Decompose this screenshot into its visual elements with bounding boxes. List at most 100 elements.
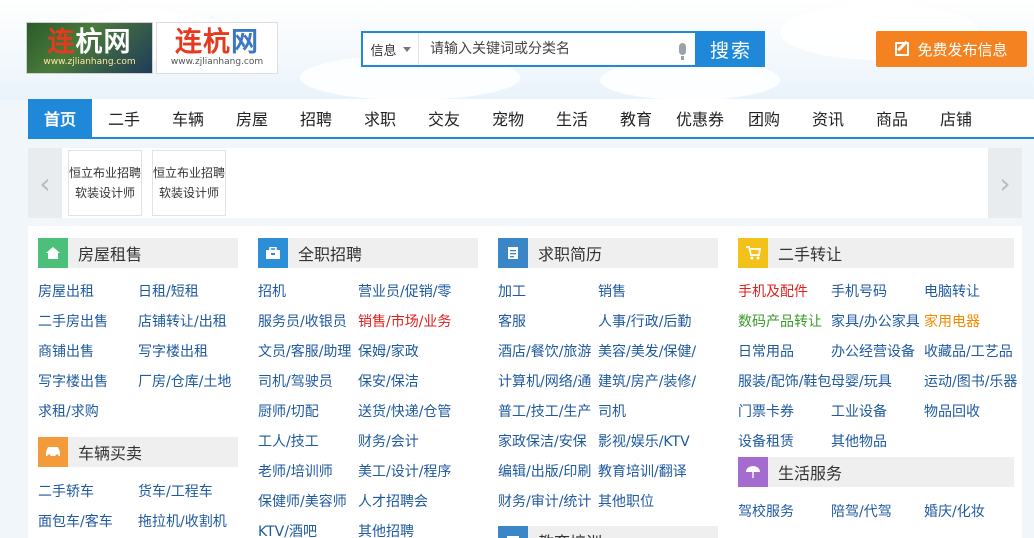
category-link[interactable]: 手机及配件	[738, 282, 808, 302]
search-button[interactable]: 搜索	[697, 31, 765, 67]
category-link[interactable]: 营业员/促销/零	[358, 282, 451, 302]
nav-item-pets[interactable]: 宠物	[476, 99, 540, 137]
category-link[interactable]: 物品回收	[924, 402, 980, 422]
category-link[interactable]: 厨师/切配	[258, 402, 319, 422]
category-link[interactable]: 财务/会计	[358, 432, 419, 452]
category-link[interactable]: 收藏品/工艺品	[924, 342, 1013, 362]
nav-item-recruit[interactable]: 招聘	[284, 99, 348, 137]
category-link[interactable]: 其他物品	[831, 432, 887, 452]
nav-item-coupons[interactable]: 优惠券	[668, 99, 732, 137]
category-link[interactable]: 设备租赁	[738, 432, 794, 452]
category-link[interactable]: 招机	[258, 282, 286, 302]
category-link[interactable]: 司机/驾驶员	[258, 372, 333, 392]
category-link[interactable]: 店铺转让/出租	[138, 312, 227, 332]
category-link[interactable]: 写字楼出租	[138, 342, 208, 362]
category-link[interactable]: 销售	[598, 282, 626, 302]
category-link[interactable]: 商铺出售	[38, 342, 94, 362]
nav-item-home[interactable]: 首页	[28, 99, 92, 137]
ad-card[interactable]: 恒立布业招聘 软装设计师	[68, 150, 142, 216]
category-link[interactable]: 门票卡券	[738, 402, 794, 422]
category-link[interactable]: 司机	[598, 402, 626, 422]
nav-item-news[interactable]: 资讯	[796, 99, 860, 137]
category-link[interactable]: 厂房/仓库/土地	[138, 372, 231, 392]
category-link[interactable]: 建筑/房产/装修/	[598, 372, 696, 392]
category-link[interactable]: 房屋出租	[38, 282, 94, 302]
category-link[interactable]: 拖拉机/收割机	[138, 512, 227, 532]
category-link[interactable]: 电脑转让	[924, 282, 980, 302]
category-link[interactable]: 二手轿车	[38, 482, 94, 502]
category-link[interactable]: 家政保洁/安保	[498, 432, 587, 452]
section-title: 全职招聘	[298, 245, 363, 264]
category-link[interactable]: 手机号码	[831, 282, 887, 302]
chevron-right-icon[interactable]: ›	[988, 148, 1022, 218]
nav-item-life[interactable]: 生活	[540, 99, 604, 137]
category-link[interactable]: 编辑/出版/印刷	[498, 462, 591, 482]
category-link[interactable]: 面包车/客车	[38, 512, 113, 532]
nav-item-dating[interactable]: 交友	[412, 99, 476, 137]
category-link[interactable]: 母婴/玩具	[831, 372, 892, 392]
category-link[interactable]: 老师/培训师	[258, 462, 333, 482]
category-link[interactable]: 美容/美发/保健/	[598, 342, 696, 362]
search-box: 信息	[361, 31, 697, 67]
category-link[interactable]: 驾校服务	[738, 502, 794, 522]
category-link[interactable]: 加工	[498, 282, 526, 302]
category-link[interactable]: KTV/酒吧	[258, 522, 317, 538]
nav-item-secondhand[interactable]: 二手	[92, 99, 156, 137]
chevron-left-icon[interactable]: ‹	[28, 148, 62, 218]
publish-button[interactable]: 免费发布信息	[876, 31, 1027, 67]
search-category-select[interactable]: 信息	[363, 33, 419, 65]
category-link[interactable]: 办公经营设备	[831, 342, 915, 362]
category-link[interactable]: 文员/客服/助理	[258, 342, 351, 362]
category-link[interactable]: 客服	[498, 312, 526, 332]
category-link[interactable]: 保姆/家政	[358, 342, 419, 362]
site-logo-secondary[interactable]: 连杭网 www.zjlianhang.com	[156, 22, 278, 74]
category-link[interactable]: 家具/办公家具	[831, 312, 920, 332]
nav-item-products[interactable]: 商品	[860, 99, 924, 137]
site-logo[interactable]: 连杭网 www.zjlianhang.com	[26, 22, 153, 74]
category-link[interactable]: 婚庆/化妆	[924, 502, 985, 522]
category-link[interactable]: 写字楼出售	[38, 372, 108, 392]
category-link[interactable]: 教育培训/翻译	[598, 462, 687, 482]
logo-text: 连杭网	[47, 26, 132, 58]
category-link[interactable]: 其他招聘	[358, 522, 414, 538]
category-link[interactable]: 人事/行政/后勤	[598, 312, 691, 332]
category-link[interactable]: 计算机/网络/通	[498, 372, 591, 392]
nav-item-housing[interactable]: 房屋	[220, 99, 284, 137]
category-link[interactable]: 货车/工程车	[138, 482, 213, 502]
category-link[interactable]: 求租/求购	[38, 402, 99, 422]
category-link[interactable]: 家用电器	[924, 312, 980, 332]
ad-card[interactable]: 恒立布业招聘 软装设计师	[152, 150, 226, 216]
category-link[interactable]: 美工/设计/程序	[358, 462, 451, 482]
category-link[interactable]: 服务员/收银员	[258, 312, 347, 332]
category-link[interactable]: 人才招聘会	[358, 492, 428, 512]
section-title: 求职简历	[538, 245, 603, 264]
category-link[interactable]: 影视/娱乐/KTV	[598, 432, 690, 452]
category-link[interactable]: 服装/配饰/鞋包	[738, 372, 831, 392]
category-link[interactable]: 销售/市场/业务	[358, 312, 451, 332]
category-link[interactable]: 日租/短租	[138, 282, 199, 302]
search-input[interactable]	[419, 34, 669, 64]
category-link[interactable]: 日常用品	[738, 342, 794, 362]
nav-item-education[interactable]: 教育	[604, 99, 668, 137]
category-link[interactable]: 保健师/美容师	[258, 492, 347, 512]
category-link[interactable]: 酒店/餐饮/旅游	[498, 342, 591, 362]
nav-item-vehicles[interactable]: 车辆	[156, 99, 220, 137]
category-link[interactable]: 其他职位	[598, 492, 654, 512]
category-link[interactable]: 财务/审计/统计	[498, 492, 591, 512]
nav-item-jobseek[interactable]: 求职	[348, 99, 412, 137]
category-link[interactable]: 保安/保洁	[358, 372, 419, 392]
category-link[interactable]: 工人/技工	[258, 432, 319, 452]
nav-item-groupbuy[interactable]: 团购	[732, 99, 796, 137]
section-header-secondhand: 二手转让	[738, 238, 1014, 268]
microphone-icon[interactable]	[669, 33, 695, 65]
category-link[interactable]: 运动/图书/乐器	[924, 372, 1017, 392]
nav-item-shops[interactable]: 店铺	[924, 99, 988, 137]
category-link[interactable]: 送货/快递/仓管	[358, 402, 451, 422]
category-link[interactable]: 二手房出售	[38, 312, 108, 332]
category-link[interactable]: 工业设备	[831, 402, 887, 422]
section-header-house: 房屋租售	[38, 238, 238, 268]
category-link[interactable]: 数码产品转让	[738, 312, 822, 332]
category-panel: 房屋租售 房屋出租 日租/短租 二手房出售 店铺转让/出租 商铺出售 写字楼出租…	[28, 226, 1022, 538]
category-link[interactable]: 陪驾/代驾	[831, 502, 892, 522]
category-link[interactable]: 普工/技工/生产	[498, 402, 591, 422]
